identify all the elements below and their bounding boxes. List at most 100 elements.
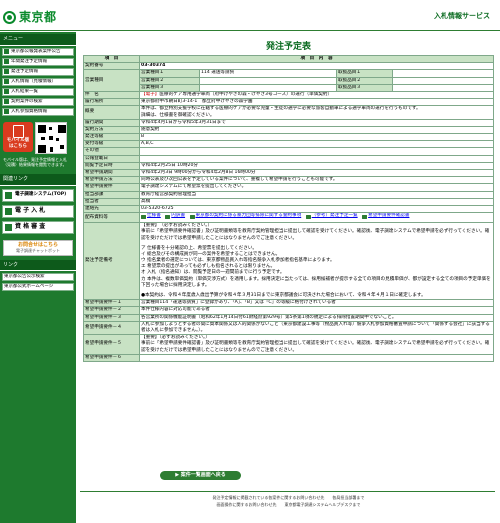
- col-header-item: 項 目: [83, 54, 140, 64]
- row-label: 連絡先: [83, 204, 140, 214]
- row-label: 件 名: [83, 90, 140, 100]
- sidebar-item-label: 入札情報（見積情報）: [11, 78, 56, 84]
- file-icon: [189, 214, 195, 219]
- footer-line: 画面操作に関するお問い合わせ先 東京都電子調達システムヘルプデスクまで: [216, 501, 361, 507]
- row-label: 希望申請要件－５: [83, 334, 140, 355]
- department: 教育庁経営部契約管理担当: [139, 190, 494, 199]
- row-label: 履行期間: [83, 118, 140, 127]
- sub-label: 営業種目３: [139, 83, 200, 92]
- sidebar-item-annual-plan[interactable]: 年間発注予定情報: [2, 57, 74, 66]
- row-label: 受付等級: [83, 140, 140, 149]
- notes-line: カ 本件は、複数単価契約（単価交渉方式）を適用します。採用決定に当たっては、採用…: [141, 276, 491, 288]
- application-method: 同時公表及び次回公表を予定している案件について、重複して希望申請を行うことも可能…: [139, 176, 494, 185]
- sidebar-item-public-notice[interactable]: 東京都公報発表案件公告: [2, 47, 74, 56]
- row-label: 希望申請期間: [83, 168, 140, 178]
- sidebar-link-e-procurement[interactable]: 電子調達システム(TOP): [2, 188, 74, 202]
- sidebar-item-bid-info[interactable]: 入札情報（見積情報）: [2, 77, 74, 86]
- row-label: 概要: [83, 105, 140, 120]
- file-icon: [141, 214, 146, 219]
- sidebar-link-label: 資 格 審 査: [15, 223, 46, 231]
- performance-period: 令和4年4月1日から令和5年3月31日まで: [139, 118, 494, 127]
- file-link-breakdown[interactable]: 内訳書: [165, 213, 186, 220]
- requirement-6: [139, 353, 494, 362]
- bullet-icon: [4, 49, 9, 55]
- bullet-icon: [5, 207, 12, 215]
- help-chatbot-banner[interactable]: お問合せはこちら 電子調達チャットボット: [3, 239, 73, 256]
- requirement-1: 営業種目114「運送等請負」に登録があり、「A」、「B」又は「C」の等級に格付け…: [139, 299, 494, 308]
- main-content: 発注予定表 項 目項 目 内 容 契約番号 03-30374 営業種目 営業種目１…: [77, 33, 500, 362]
- sidebar-item-label: 入札結果一覧: [11, 88, 38, 94]
- bullet-icon: [4, 109, 9, 115]
- file-link-label: 内訳書: [171, 213, 186, 219]
- business-type-1: 114 運送等請負: [199, 69, 337, 78]
- row-label: 配布資料等: [83, 212, 140, 224]
- order-grade: B: [139, 133, 494, 142]
- mobile-note: モバイル版は、発注予定情報と入札（見積）結果情報を閲覧できます。: [3, 156, 67, 168]
- handled-item-1: [392, 69, 494, 78]
- accept-grade: A,B,C: [139, 140, 494, 149]
- sidebar-item-qualification[interactable]: 入札参加資格情報: [2, 107, 74, 116]
- sidebar-item-bid-results[interactable]: 入札結果一覧: [2, 87, 74, 96]
- sub-label: 取扱品目３: [336, 83, 393, 92]
- item-name-text: 医療的ケア専用通学車両（府中けやきの森・けやき3号コース）の運行（単価契約）: [159, 91, 333, 97]
- help-sub: 電子調達チャットボット: [16, 248, 60, 254]
- file-icon: [362, 214, 368, 219]
- file-link-pledge[interactable]: 東京都の契約に係る暴力団等排除に関する誓約事項: [189, 213, 302, 220]
- row-label: 希望申請方法: [83, 176, 140, 185]
- footer-divider: [80, 491, 495, 492]
- handled-item-2: [392, 76, 494, 85]
- sidebar-link-qualification[interactable]: 資 格 審 査: [2, 220, 74, 234]
- person-in-charge: 高橋: [139, 197, 494, 206]
- file-link-requirement-form[interactable]: 希望申請要件確認書: [362, 213, 410, 220]
- requirement-3: 各営業所の関係機能証明書（昭和62年1月14日付61財経庶第929号）第5条第1…: [139, 313, 494, 322]
- sidebar-item-label: 入札参加資格情報: [11, 108, 47, 114]
- file-link-spec[interactable]: 仕様書: [141, 214, 161, 220]
- sidebar-item-contract-search[interactable]: 契約案件の検索: [2, 97, 74, 106]
- row-label: 営業種目: [83, 69, 140, 92]
- sidebar-link-official-site[interactable]: 東京都公式ホームページ: [2, 283, 74, 292]
- qr-code-icon: [35, 121, 67, 154]
- mobile-box: モバイル版 はこちら: [3, 121, 73, 154]
- sidebar-link-notice-search[interactable]: 東京都公告公示検索: [2, 273, 74, 282]
- handled-item-3: [392, 83, 494, 92]
- sidebar-item-order-plan[interactable]: 発注予定情報: [2, 67, 74, 76]
- tokyo-logo[interactable]: 東京都: [3, 9, 57, 25]
- bullet-icon: [4, 99, 9, 105]
- notice-date: [139, 154, 494, 163]
- row-label: 発注等級: [83, 133, 140, 142]
- other: [139, 147, 494, 156]
- footer: 発注予定情報に掲載されている各案件に関するお問い合わせ先 各局担当部署まで 画面…: [77, 495, 500, 509]
- file-link-label: 希望申請要件確認書: [368, 213, 410, 219]
- requirement-5-body: 事前に「希望申請要件確認書」及び証明書類等を教育庁契約管理担当に提出して確認を受…: [141, 341, 490, 353]
- sidebar: メニュー 東京都公報発表案件公告 年間発注予定情報 発注予定情報 入札情報（見積…: [0, 32, 76, 523]
- row-label: 希望申請要件－１: [83, 299, 140, 308]
- business-type-2: [199, 76, 337, 85]
- mobile-label: モバイル版: [6, 137, 30, 143]
- application-period: 令和4年2月3日 9時00分から令和4年2月8日 16時00分: [139, 168, 494, 178]
- row-label: 発注予定備考: [83, 222, 140, 301]
- requirement-5: 【重要】（必ずお読みください。） 事前に「希望申請要件確認書」及び証明書類等を教育…: [139, 334, 494, 355]
- footer-line: 発注予定情報に掲載されている各案件に関するお問い合わせ先 各局担当部署まで: [212, 495, 365, 500]
- notes-line: 事前に「希望申請要件確認書」及び証明書類等を教育庁契約管理担当に提出して確認を受…: [141, 229, 490, 241]
- sidebar-item-label: 契約案件の検索: [11, 98, 43, 104]
- row-label: 担当部課: [83, 190, 140, 199]
- delivery-place: 東京都府中市朝日町3-14-1 都立府中けやきの森学園: [139, 98, 494, 107]
- bullet-icon: [4, 89, 9, 95]
- col-header-content: 項 目 内 容: [139, 54, 494, 64]
- distribution-files: 仕様書 内訳書 東京都の契約に係る暴力団等排除に関する誓約事項 （参考）発注予定…: [139, 212, 494, 224]
- sidebar-link-e-bidding[interactable]: 電 子 入 札: [2, 204, 74, 218]
- mobile-version-button[interactable]: モバイル版 はこちら: [3, 121, 33, 152]
- sub-label: 取扱品目２: [336, 76, 393, 85]
- row-label: 希望申請要件－４: [83, 320, 140, 336]
- sidebar-link-label: 電 子 入 札: [15, 207, 46, 215]
- file-link-label: 東京都の契約に係る暴力団等排除に関する誓約事項: [195, 213, 302, 219]
- sidebar-item-label: 東京都公報発表案件公告: [11, 48, 61, 54]
- bullet-icon: [4, 79, 9, 85]
- sidebar-link-label: 東京都公告公示検索: [4, 274, 45, 280]
- back-to-list-button[interactable]: ▶ 案件一覧画面へ戻る: [160, 471, 241, 480]
- bullet-icon: [5, 191, 12, 199]
- file-link-order-list[interactable]: （参考）発注予定一覧: [305, 214, 358, 220]
- row-label: 希望申請要件－３: [83, 313, 140, 322]
- application-requirement: 電子調達システムにて希望票を提出してください。: [139, 183, 494, 192]
- bullet-icon: [4, 69, 9, 75]
